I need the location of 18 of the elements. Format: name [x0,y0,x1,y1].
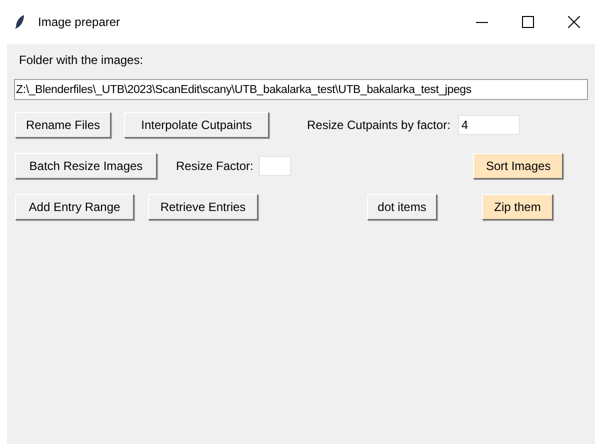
feather-icon [15,15,25,29]
field-label: Resize Factor: [176,158,254,175]
action-button[interactable]: Interpolate Cutpaints [124,112,269,138]
action-button[interactable]: Batch Resize Images [15,153,157,179]
action-button[interactable]: Add Entry Range [15,194,134,220]
folder-label: Folder with the images: [19,52,144,69]
action-button[interactable]: Sort Images [473,153,564,179]
action-button[interactable]: Rename Files [15,112,111,138]
field-label: Resize Cutpaints by factor: [307,117,450,134]
factor-field[interactable] [259,156,292,176]
action-button[interactable]: dot items [367,194,437,220]
factor-field[interactable]: 4 [458,115,520,135]
folder-path-field[interactable]: Z:\_Blenderfiles\_UTB\2023\ScanEdit\scany\UTB_bakalarka_test\UTB_bakalarka_test_jpegs [15,80,587,99]
action-button[interactable]: Zip them [482,194,553,220]
maximize-icon[interactable] [522,16,534,28]
close-icon[interactable] [568,16,580,28]
action-button[interactable]: Retrieve Entries [148,194,258,220]
window-title: Image preparer [38,14,120,31]
